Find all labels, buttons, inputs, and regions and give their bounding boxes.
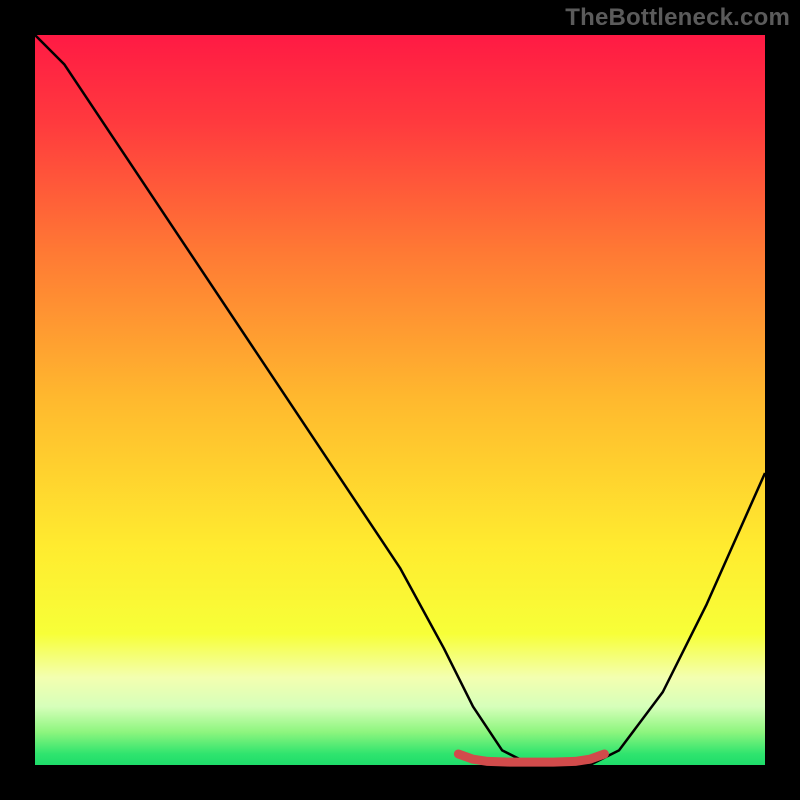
plot-background [35, 35, 765, 765]
chart-frame: TheBottleneck.com [0, 0, 800, 800]
bottleneck-chart [0, 0, 800, 800]
watermark-text: TheBottleneck.com [565, 4, 790, 32]
